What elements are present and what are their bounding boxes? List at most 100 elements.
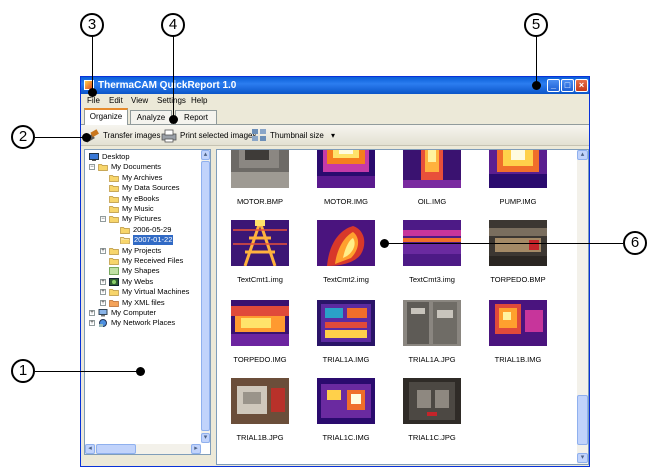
callout-3-leader: [92, 36, 93, 90]
thumbnail-image[interactable]: [317, 220, 375, 266]
thumbnail-item[interactable]: TRIAL1C.IMG: [309, 378, 381, 452]
minimize-button[interactable]: _: [547, 79, 560, 92]
thumbnail-item[interactable]: TRIAL1C.JPG: [395, 378, 467, 452]
thumbnail-item[interactable]: TextCmt3.img: [395, 220, 467, 294]
thumbnail-item[interactable]: MOTOR.IMG: [309, 150, 381, 216]
thumbnail-image[interactable]: [403, 300, 461, 346]
tree-expander[interactable]: +: [100, 289, 106, 296]
transfer-images-label: Transfer images: [103, 131, 161, 140]
thumbnail-caption: TORPEDO.IMG: [233, 355, 287, 364]
scroll-down-button[interactable]: ▾: [201, 433, 210, 443]
computer-icon: [98, 309, 108, 317]
tree-expander[interactable]: +: [100, 247, 106, 254]
callout-2-dot: [82, 133, 91, 142]
folder-icon: [109, 195, 119, 203]
thumbnail-image[interactable]: [231, 150, 289, 188]
thumbnail-item[interactable]: TRIAL1B.IMG: [481, 300, 553, 374]
thumbnail-caption: TRIAL1A.IMG: [322, 355, 370, 364]
thumbnails-icon: [251, 128, 267, 143]
callout-5: 5: [524, 13, 548, 37]
tree-item-label: 2006-05-29: [133, 224, 172, 234]
thumbnail-item[interactable]: MOTOR.BMP: [223, 150, 295, 216]
tree-item-label: My Projects: [122, 245, 162, 255]
tree-item-label: 2007-01-22: [133, 235, 174, 246]
thumbnail-image[interactable]: [231, 378, 289, 424]
tree-expander[interactable]: +: [100, 278, 106, 285]
thumbnail-image[interactable]: [317, 378, 375, 424]
thumbnail-image[interactable]: [317, 150, 375, 188]
shapes-icon: [109, 267, 119, 276]
close-icon: ×: [578, 80, 585, 90]
folder-icon: [120, 226, 130, 234]
callout-5-leader: [536, 36, 537, 86]
thumbnail-item[interactable]: TextCmt1.img: [223, 220, 295, 294]
scroll-up-button[interactable]: ▴: [201, 150, 210, 160]
thumbnail-item[interactable]: TRIAL1B.JPG: [223, 378, 295, 452]
tab-report[interactable]: Report: [175, 110, 217, 124]
tree-expander[interactable]: +: [89, 310, 95, 316]
thumbnail-caption: TRIAL1C.JPG: [408, 433, 456, 442]
scroll-right-button[interactable]: ▸: [191, 444, 201, 454]
gallery-vertical-scrollbar[interactable]: ▴ ▾: [577, 150, 588, 464]
window-title: ThermaCAM QuickReport 1.0: [98, 80, 237, 91]
thumbnail-caption: TextCmt1.img: [237, 275, 283, 284]
thumbnail-item[interactable]: TORPEDO.IMG: [223, 300, 295, 374]
menu-help[interactable]: Help: [191, 96, 207, 105]
folder-icon: [109, 288, 119, 297]
scroll-down-button[interactable]: ▾: [577, 453, 588, 463]
menu-edit[interactable]: Edit: [109, 96, 123, 105]
thumbnail-caption: TextCmt2.img: [323, 275, 369, 284]
tab-organize[interactable]: Organize: [84, 108, 128, 125]
thumbnail-image[interactable]: [403, 150, 461, 188]
close-button[interactable]: ×: [575, 79, 588, 92]
folder-icon: [109, 174, 119, 182]
thumbnail-item[interactable]: TORPEDO.BMP: [481, 220, 553, 294]
thumbnail-image[interactable]: [231, 220, 289, 266]
thumbnail-gallery[interactable]: MOTOR.BMP MOTOR.IMG OIL.IMG PUMP.IMG TextCmt…: [216, 149, 589, 465]
scroll-up-button[interactable]: ▴: [577, 150, 588, 160]
menu-view[interactable]: View: [131, 96, 148, 105]
tree-item-label: My Documents: [111, 162, 162, 172]
maximize-button[interactable]: □: [561, 79, 574, 92]
thumbnail-caption: OIL.IMG: [417, 197, 447, 206]
thumbnail-image[interactable]: [489, 150, 547, 188]
callout-1-dot: [136, 367, 145, 376]
menu-bar: File Edit View Settings Help: [81, 94, 589, 107]
scroll-left-button[interactable]: ◂: [85, 444, 95, 454]
callout-3-dot: [88, 88, 97, 97]
thumbnail-caption: TORPEDO.BMP: [490, 275, 546, 284]
folder-tree[interactable]: Desktop − My Documents My Archives My Data S…: [84, 149, 211, 455]
desktop-icon: [89, 153, 99, 161]
thumbnail-item[interactable]: TRIAL1A.IMG: [309, 300, 381, 374]
callout-6-dot: [380, 239, 389, 248]
tree-horizontal-scrollbar[interactable]: ◂ ▸: [85, 444, 201, 454]
thumbnail-image[interactable]: [317, 300, 375, 346]
thumbnail-image[interactable]: [489, 300, 547, 346]
application-window: ThermaCAM QuickReport 1.0 _ □ × File Edi…: [80, 76, 590, 467]
thumbnail-size-label: Thumbnail size: [270, 131, 324, 140]
menu-settings[interactable]: Settings: [157, 96, 186, 105]
thumbnail-item[interactable]: OIL.IMG: [395, 150, 467, 216]
thumbnail-item[interactable]: TRIAL1A.JPG: [395, 300, 467, 374]
folder-icon: [109, 215, 119, 224]
thumbnail-caption: TRIAL1B.JPG: [236, 433, 284, 442]
tree-expander[interactable]: −: [100, 216, 106, 223]
menu-file[interactable]: File: [87, 96, 100, 105]
tree-item-label: My Computer: [111, 308, 157, 317]
tree-expander[interactable]: −: [89, 164, 95, 171]
tab-analyze[interactable]: Analyze: [130, 110, 172, 124]
tree-vertical-scrollbar[interactable]: ▴ ▾: [201, 150, 210, 443]
tree-item-label: My Pictures: [122, 214, 162, 224]
thumbnail-image[interactable]: [231, 300, 289, 346]
thumbnail-item[interactable]: PUMP.IMG: [481, 150, 553, 216]
callout-5-dot: [532, 81, 541, 90]
scroll-thumb[interactable]: [96, 444, 136, 454]
tree-expander[interactable]: +: [89, 320, 95, 327]
thumbnail-image[interactable]: [403, 378, 461, 424]
title-bar[interactable]: ThermaCAM QuickReport 1.0 _ □ ×: [81, 77, 589, 94]
scroll-thumb[interactable]: [577, 395, 588, 445]
scroll-thumb[interactable]: [201, 161, 210, 431]
callout-6: 6: [623, 231, 647, 255]
thumbnail-item[interactable]: TextCmt2.img: [309, 220, 381, 294]
tree-expander[interactable]: +: [100, 299, 106, 306]
